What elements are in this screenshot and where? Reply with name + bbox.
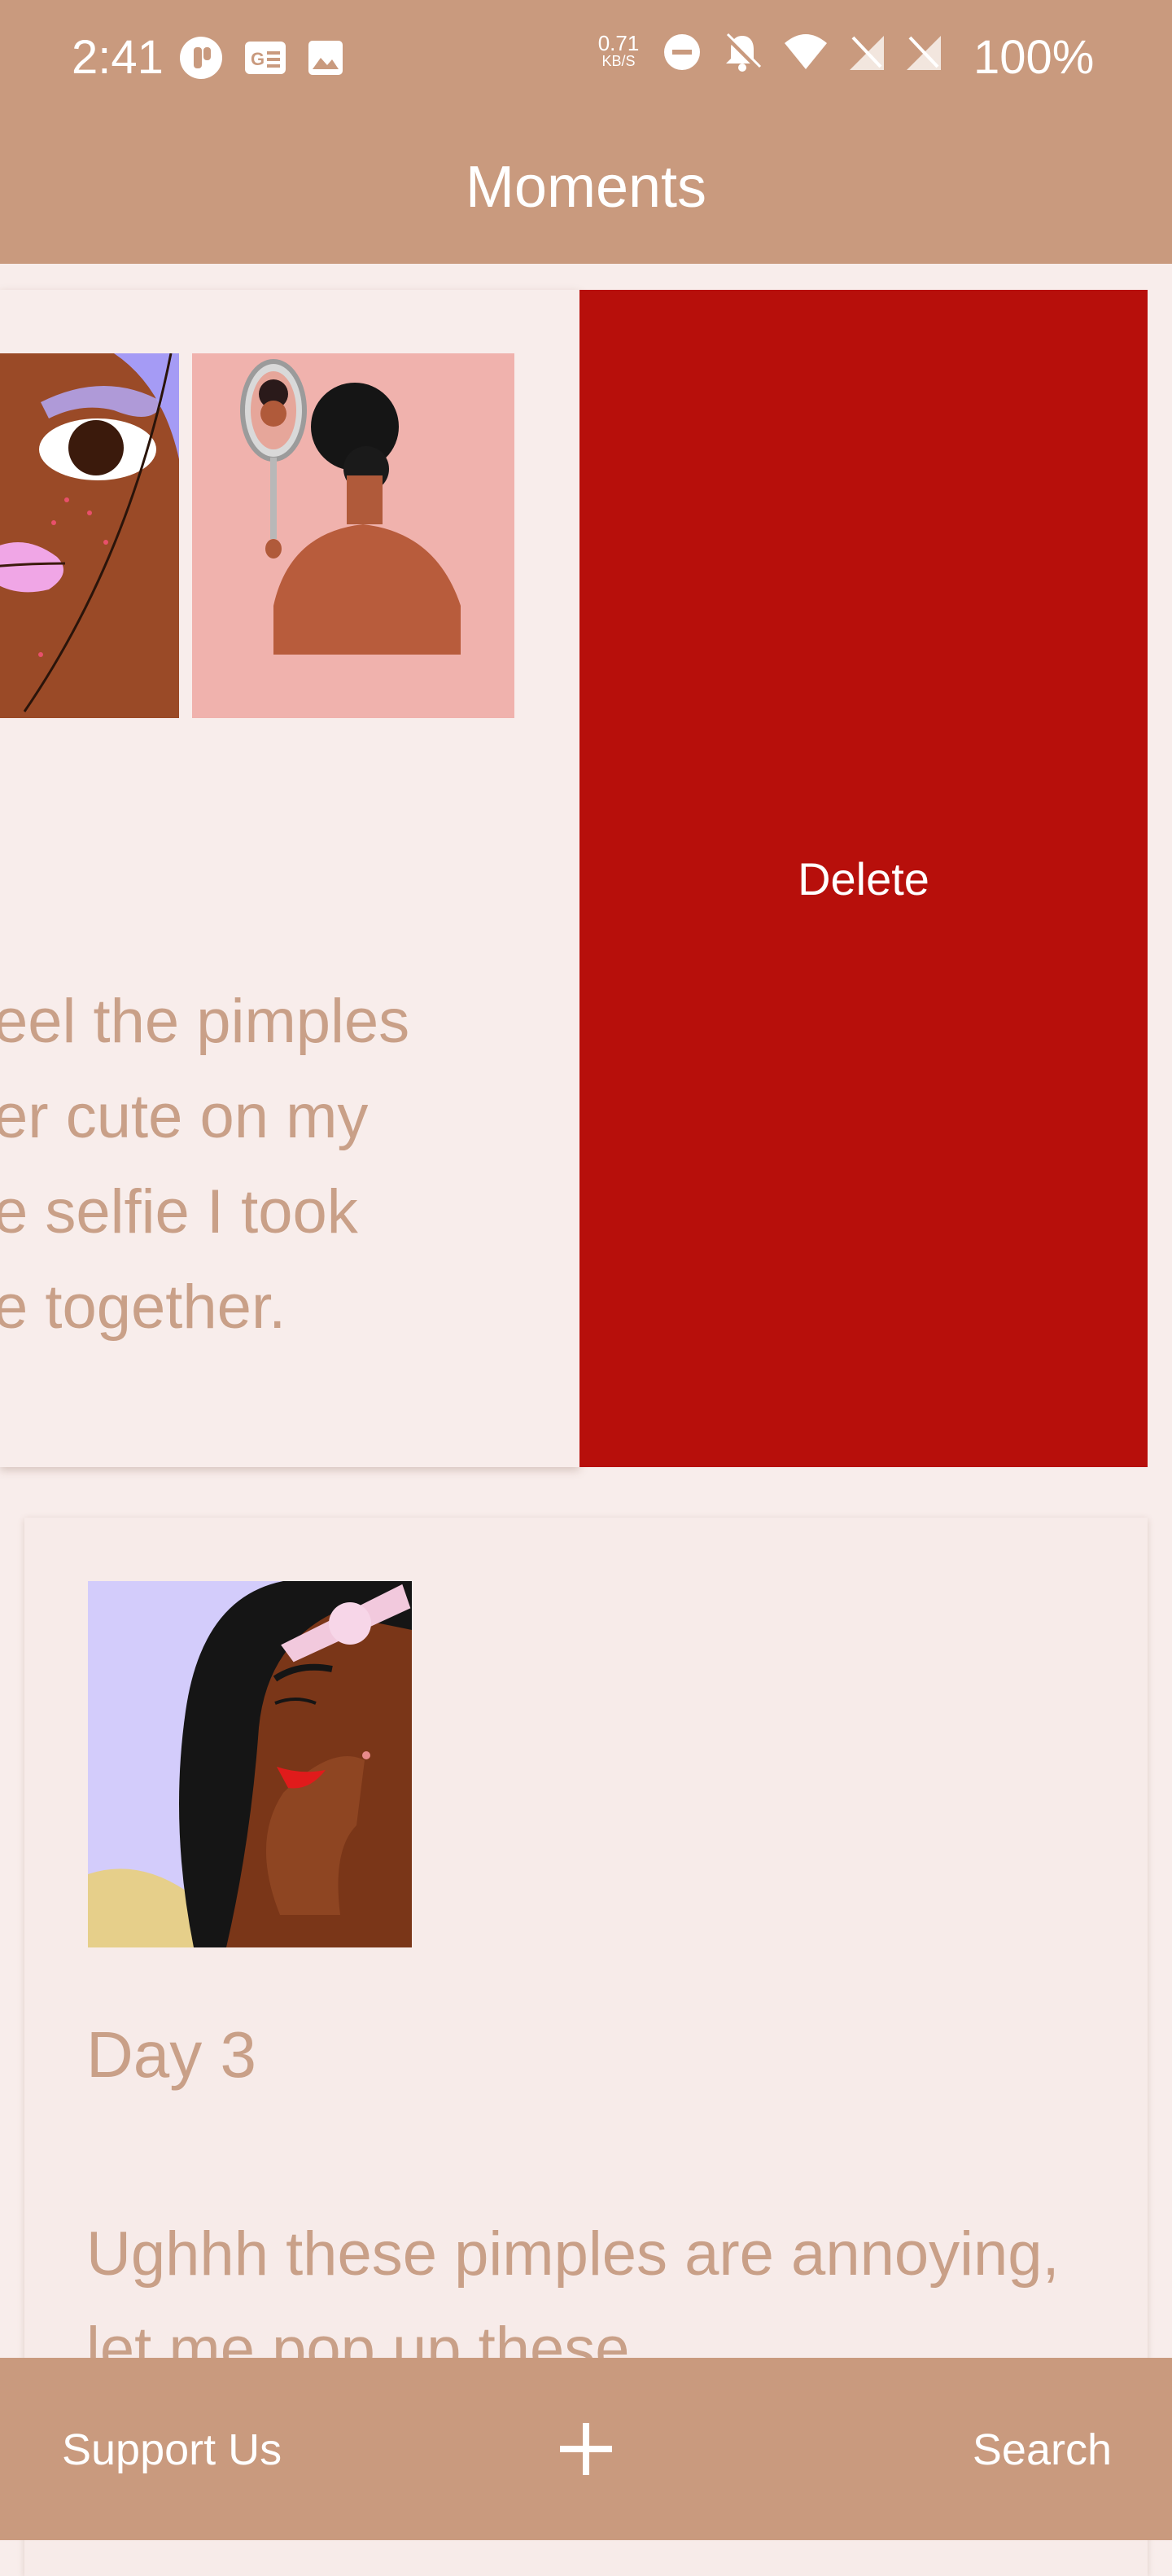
face-illustration [0,353,179,718]
bottom-nav: Support Us Search [0,2358,1172,2540]
dnd-icon [664,34,700,70]
moment-title: Day 3 [86,2018,256,2091]
moment-text-line: er cute on my [0,1082,369,1151]
no-sim-icon [907,36,941,70]
network-speed: 0.71 KB/S [594,31,643,70]
status-time: 2:41 [72,31,164,84]
moment-card[interactable]: eel the pimples er cute on my e selfie I… [0,290,579,1467]
app-header: 2:41 G 0.71 KB/S 100% Moments [0,0,1172,264]
news-icon: G [245,42,286,74]
no-sim-icon [850,36,884,70]
network-speed-value: 0.71 [597,31,640,55]
battery-level: 100% [973,31,1095,84]
moment-text-line: e selfie I took [0,1177,358,1246]
moment-text-line: e together. [0,1273,286,1342]
moment-text: eel the pimples er cute on my e selfie I… [0,974,579,1355]
delete-button[interactable]: Delete [579,290,1148,1467]
wifi-icon [785,34,827,69]
search-button[interactable]: Search [973,2421,1112,2478]
notification-icons: G [179,36,343,80]
system-icons: 0.71 KB/S [594,31,942,73]
mute-icon [724,33,762,72]
page-title: Moments [465,155,707,220]
mirror-illustration [192,353,514,718]
moment-photo[interactable] [192,353,514,718]
moment-photo[interactable] [88,1581,412,1947]
svg-text:G: G [251,49,265,69]
support-us-button[interactable]: Support Us [62,2421,282,2478]
pimple-illustration [88,1581,412,1947]
image-icon [308,41,343,75]
plus-icon[interactable] [557,2420,615,2478]
delete-label: Delete [798,852,929,905]
moment-text-line: eel the pimples [0,987,410,1056]
moment-photo[interactable] [0,353,179,718]
messenger-icon [180,37,222,79]
